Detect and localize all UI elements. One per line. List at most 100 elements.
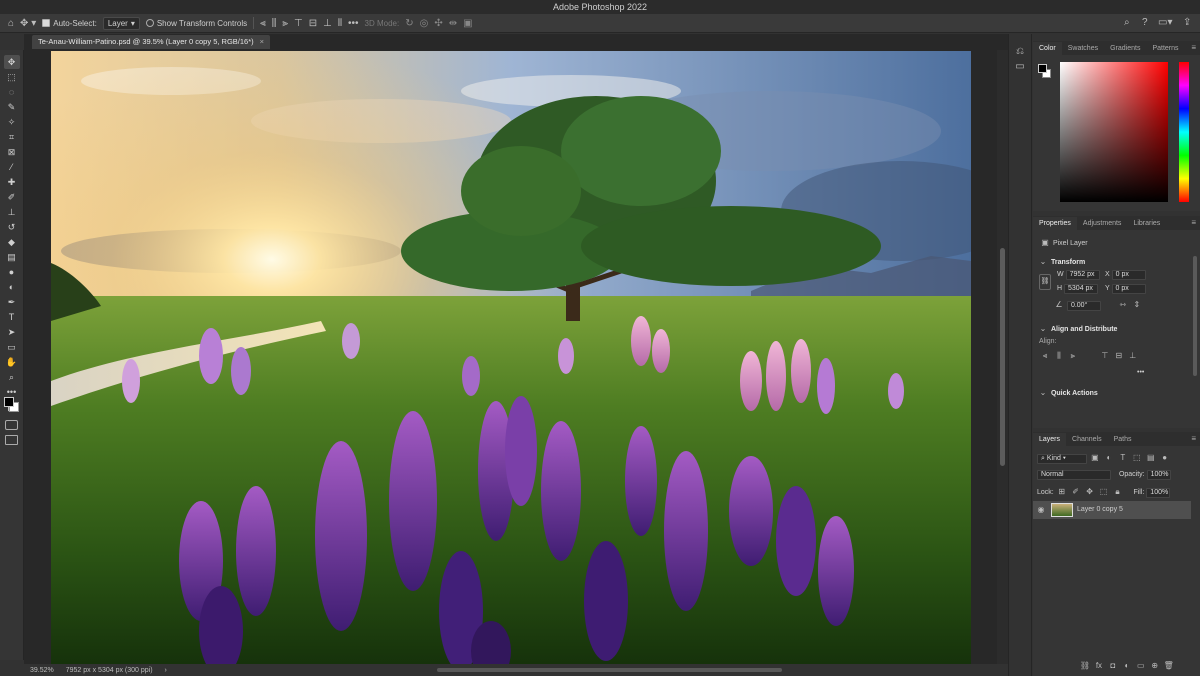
align-section-header[interactable]: ⌄ Align and Distribute xyxy=(1037,324,1118,333)
tab-adjustments[interactable]: Adjustments xyxy=(1077,217,1128,230)
lock-transparent-icon[interactable]: ⊞ xyxy=(1056,487,1068,496)
tab-swatches[interactable]: Swatches xyxy=(1062,42,1104,55)
align-left-edges-icon[interactable]: ⫷ xyxy=(1039,351,1051,361)
lock-image-icon[interactable]: ✐ xyxy=(1070,487,1082,496)
more-options-icon[interactable]: ••• xyxy=(348,18,359,29)
align-more-button[interactable]: ••• xyxy=(1137,369,1144,376)
screen-mode-icon[interactable] xyxy=(5,435,18,445)
hue-slider[interactable] xyxy=(1179,62,1189,202)
panel-foreground-swatch[interactable] xyxy=(1038,64,1047,73)
dodge-tool-icon[interactable]: ◐ xyxy=(4,280,20,294)
marquee-tool-icon[interactable]: ⬚ xyxy=(4,70,20,84)
magic-wand-tool-icon[interactable]: ✧ xyxy=(4,115,20,129)
vertical-scroll-thumb[interactable] xyxy=(1000,248,1005,466)
new-group-icon[interactable]: ▭ xyxy=(1135,661,1147,670)
eraser-tool-icon[interactable]: ◆ xyxy=(4,235,20,249)
layer-name[interactable]: Layer 0 copy 5 xyxy=(1077,506,1123,513)
workspace-icon[interactable]: ▭▾ xyxy=(1158,17,1172,28)
align-left-icon[interactable]: ⫷ xyxy=(260,18,266,29)
auto-select-toggle[interactable]: Auto-Select: xyxy=(42,19,97,28)
roll-3d-icon[interactable]: ◎ xyxy=(420,18,429,29)
delete-layer-icon[interactable]: 🗑︎ xyxy=(1163,661,1175,670)
quick-mask-icon[interactable] xyxy=(5,420,18,430)
x-field[interactable]: 0 px xyxy=(1111,270,1146,280)
history-brush-tool-icon[interactable]: ↺ xyxy=(4,220,20,234)
quick-actions-header[interactable]: ⌄ Quick Actions xyxy=(1037,388,1098,397)
search-icon[interactable]: ⌕ xyxy=(1124,17,1130,28)
layer-row[interactable]: ◉ Layer 0 copy 5 xyxy=(1033,501,1191,519)
lasso-tool-icon[interactable]: ◌ xyxy=(4,85,20,99)
transform-section-header[interactable]: ⌄ Transform xyxy=(1037,257,1086,266)
eye-icon[interactable]: ◉ xyxy=(1035,505,1047,514)
tab-patterns[interactable]: Patterns xyxy=(1146,42,1184,55)
new-adjustment-layer-icon[interactable]: ◐ xyxy=(1121,661,1133,670)
move-tool-icon[interactable]: ✥ xyxy=(3,55,20,69)
align-top-edges-icon[interactable]: ⊤ xyxy=(1099,351,1111,360)
color-field[interactable] xyxy=(1060,62,1168,202)
opacity-field[interactable]: 100% xyxy=(1146,470,1171,480)
link-layers-icon[interactable]: ⛓ xyxy=(1079,661,1091,670)
lock-artboard-icon[interactable]: ⬚ xyxy=(1098,487,1110,496)
pan-3d-icon[interactable]: ✣ xyxy=(434,18,442,29)
height-field[interactable]: 5304 px xyxy=(1064,284,1099,294)
width-field[interactable]: 7952 px xyxy=(1065,270,1100,280)
document-canvas[interactable] xyxy=(51,51,971,664)
align-vertical-centers-icon[interactable]: ⊟ xyxy=(1113,351,1125,360)
y-field[interactable]: 0 px xyxy=(1111,284,1146,294)
move-tool-preset-icon[interactable]: ✥ ▾ xyxy=(20,18,36,29)
foreground-color-swatch[interactable] xyxy=(4,397,14,407)
tab-layers[interactable]: Layers xyxy=(1033,433,1067,446)
tab-channels[interactable]: Channels xyxy=(1066,433,1108,446)
rectangle-tool-icon[interactable]: ▭ xyxy=(4,340,20,354)
home-icon[interactable]: ⌂ xyxy=(8,18,14,29)
distribute-icon[interactable]: ⫴ xyxy=(338,18,342,29)
horizontal-scroll-thumb[interactable] xyxy=(437,668,782,672)
gradient-tool-icon[interactable]: ▤ xyxy=(4,250,20,264)
align-bottom-icon[interactable]: ⊥ xyxy=(323,18,332,29)
new-layer-icon[interactable]: ⊕ xyxy=(1149,661,1161,670)
flip-vertical-icon[interactable]: ⇕ xyxy=(1131,300,1143,309)
align-horizontal-centers-icon[interactable]: ⫼ xyxy=(1053,351,1065,361)
scale-3d-icon[interactable]: ▣ xyxy=(463,18,472,29)
align-middle-icon[interactable]: ⊟ xyxy=(309,18,317,29)
zoom-level[interactable]: 39.52% xyxy=(30,667,54,674)
link-dimensions-icon[interactable]: ⛓ xyxy=(1039,274,1051,290)
tab-libraries[interactable]: Libraries xyxy=(1127,217,1166,230)
tab-color[interactable]: Color xyxy=(1033,42,1062,55)
blend-mode-dropdown[interactable]: Normal xyxy=(1037,470,1111,480)
align-center-icon[interactable]: ⫼ xyxy=(272,18,277,29)
help-icon[interactable]: ? xyxy=(1142,17,1148,28)
panel-menu-icon[interactable]: ≡ xyxy=(1191,434,1196,443)
show-transform-toggle[interactable]: Show Transform Controls xyxy=(145,19,247,28)
auto-select-dropdown[interactable]: Layer ▾ xyxy=(102,16,140,30)
orbit-3d-icon[interactable]: ↻ xyxy=(405,18,413,29)
tab-properties[interactable]: Properties xyxy=(1033,217,1077,230)
brush-tool-icon[interactable]: ✐ xyxy=(4,190,20,204)
fill-field[interactable]: 100% xyxy=(1146,488,1171,498)
share-icon[interactable]: ⇪ xyxy=(1183,17,1191,28)
filter-type-icon[interactable]: T xyxy=(1117,453,1129,462)
pen-tool-icon[interactable]: ✒ xyxy=(4,295,20,309)
panel-menu-icon[interactable]: ≡ xyxy=(1191,43,1196,52)
align-right-edges-icon[interactable]: ⫸ xyxy=(1067,351,1079,361)
frame-tool-icon[interactable]: ⊠ xyxy=(4,145,20,159)
tab-paths[interactable]: Paths xyxy=(1108,433,1138,446)
filter-pixel-icon[interactable]: ▣ xyxy=(1089,453,1101,462)
slide-3d-icon[interactable]: ⇹ xyxy=(449,18,457,29)
document-tab[interactable]: Te-Anau-William-Patino.psd @ 39.5% (Laye… xyxy=(32,35,271,49)
flip-horizontal-icon[interactable]: ⇿ xyxy=(1117,300,1129,309)
filter-adjustment-icon[interactable]: ◐ xyxy=(1103,453,1115,462)
lock-position-icon[interactable]: ✥ xyxy=(1084,487,1096,496)
tab-gradients[interactable]: Gradients xyxy=(1104,42,1146,55)
zoom-tool-icon[interactable]: ⌕ xyxy=(4,370,20,384)
path-selection-tool-icon[interactable]: ➤ xyxy=(4,325,20,339)
healing-brush-tool-icon[interactable]: ✚ xyxy=(4,175,20,189)
layer-style-icon[interactable]: fx xyxy=(1093,661,1105,670)
close-icon[interactable]: × xyxy=(260,37,264,46)
type-tool-icon[interactable]: T xyxy=(4,310,20,324)
blur-tool-icon[interactable]: ● xyxy=(4,265,20,279)
align-bottom-edges-icon[interactable]: ⊥ xyxy=(1127,351,1139,360)
filter-shape-icon[interactable]: ⬚ xyxy=(1131,453,1143,462)
hand-tool-icon[interactable]: ✋ xyxy=(4,355,20,369)
comments-panel-icon[interactable]: ▭ xyxy=(1009,61,1031,72)
